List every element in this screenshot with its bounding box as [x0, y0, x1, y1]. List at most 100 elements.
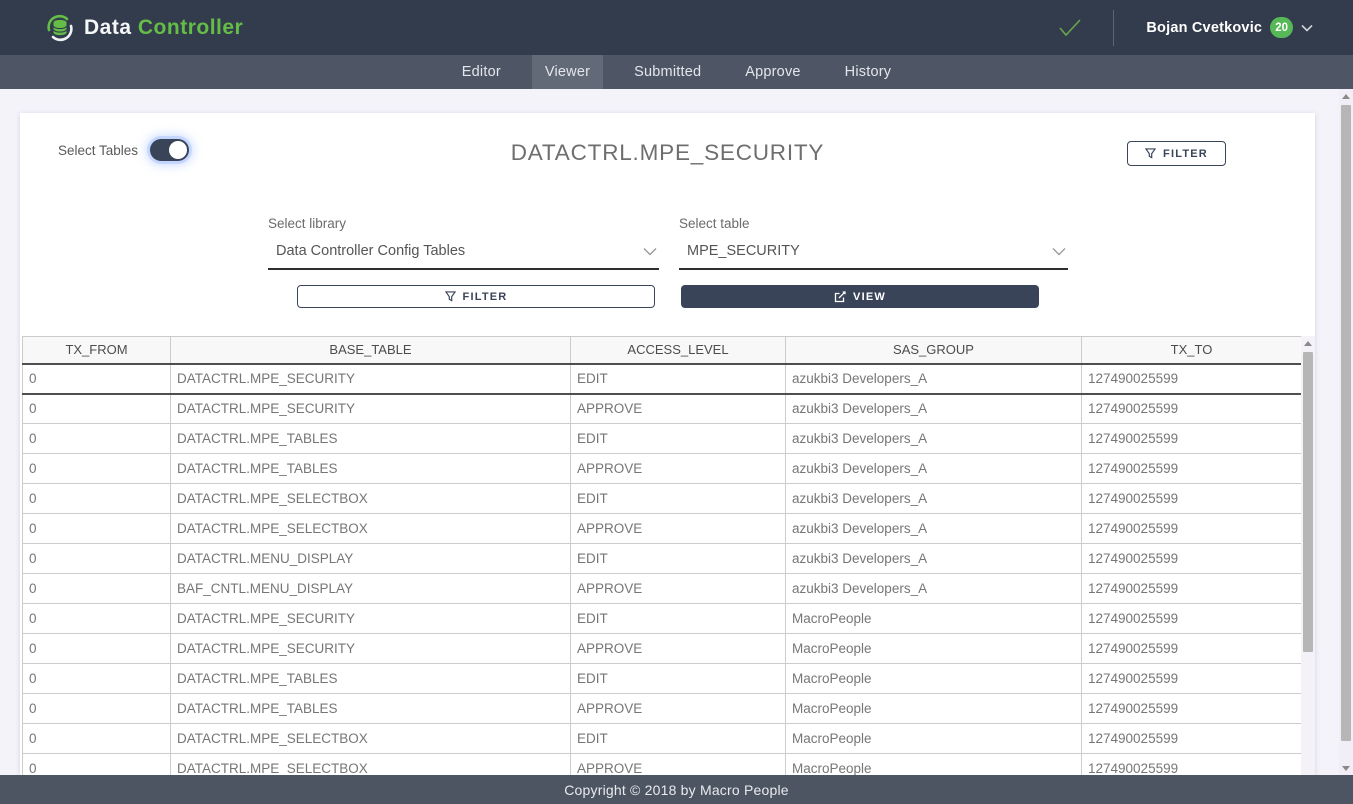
grid-cell[interactable]: MacroPeople: [786, 754, 1082, 776]
grid-cell[interactable]: EDIT: [571, 544, 786, 574]
grid-cell[interactable]: EDIT: [571, 484, 786, 514]
grid-cell[interactable]: EDIT: [571, 664, 786, 694]
table-row: 0DATACTRL.MPE_TABLESAPPROVEMacroPeople12…: [23, 694, 1302, 724]
grid-cell[interactable]: APPROVE: [571, 634, 786, 664]
grid-cell[interactable]: APPROVE: [571, 754, 786, 776]
grid-cell[interactable]: MacroPeople: [786, 724, 1082, 754]
grid-cell[interactable]: 127490025599: [1082, 364, 1302, 394]
grid-cell[interactable]: APPROVE: [571, 514, 786, 544]
grid-cell[interactable]: MacroPeople: [786, 604, 1082, 634]
grid-cell[interactable]: 127490025599: [1082, 454, 1302, 484]
grid-cell[interactable]: 127490025599: [1082, 634, 1302, 664]
grid-cell[interactable]: EDIT: [571, 724, 786, 754]
tab-submitted[interactable]: Submitted: [621, 55, 714, 89]
grid-cell[interactable]: 0: [23, 514, 171, 544]
grid-cell[interactable]: EDIT: [571, 424, 786, 454]
grid-cell[interactable]: DATACTRL.MPE_SECURITY: [171, 394, 571, 424]
grid-cell[interactable]: 0: [23, 664, 171, 694]
grid-cell[interactable]: DATACTRL.MPE_SECURITY: [171, 364, 571, 394]
grid-cell[interactable]: 0: [23, 484, 171, 514]
grid-cell[interactable]: 127490025599: [1082, 484, 1302, 514]
col-header-sas-group[interactable]: SAS_GROUP: [786, 337, 1082, 364]
grid-cell[interactable]: azukbi3 Developers_A: [786, 454, 1082, 484]
grid-cell[interactable]: 127490025599: [1082, 664, 1302, 694]
grid-cell[interactable]: APPROVE: [571, 694, 786, 724]
grid-cell[interactable]: DATACTRL.MPE_TABLES: [171, 424, 571, 454]
grid-cell[interactable]: DATACTRL.MPE_TABLES: [171, 664, 571, 694]
grid-cell[interactable]: 0: [23, 604, 171, 634]
page-scrollbar[interactable]: [1339, 89, 1353, 775]
grid-cell[interactable]: DATACTRL.MPE_TABLES: [171, 454, 571, 484]
grid-cell[interactable]: DATACTRL.MPE_SELECTBOX: [171, 754, 571, 776]
grid-cell[interactable]: 127490025599: [1082, 754, 1302, 776]
tab-viewer[interactable]: Viewer: [532, 55, 603, 89]
col-header-base-table[interactable]: BASE_TABLE: [171, 337, 571, 364]
grid-cell[interactable]: 0: [23, 724, 171, 754]
library-select[interactable]: Data Controller Config Tables: [268, 240, 659, 270]
page-scrollbar-thumb[interactable]: [1341, 105, 1351, 741]
grid-cell[interactable]: 0: [23, 364, 171, 394]
grid-cell[interactable]: azukbi3 Developers_A: [786, 394, 1082, 424]
grid-cell[interactable]: APPROVE: [571, 394, 786, 424]
chevron-down-icon: [1301, 24, 1313, 32]
grid-cell[interactable]: EDIT: [571, 364, 786, 394]
grid-cell[interactable]: 127490025599: [1082, 544, 1302, 574]
grid-cell[interactable]: 0: [23, 424, 171, 454]
grid-cell[interactable]: 127490025599: [1082, 604, 1302, 634]
grid-cell[interactable]: 0: [23, 544, 171, 574]
col-header-access-level[interactable]: ACCESS_LEVEL: [571, 337, 786, 364]
page-title: DATACTRL.MPE_SECURITY: [20, 140, 1315, 166]
grid-cell[interactable]: 127490025599: [1082, 394, 1302, 424]
grid-cell[interactable]: 0: [23, 454, 171, 484]
grid-cell[interactable]: 127490025599: [1082, 694, 1302, 724]
grid-cell[interactable]: 127490025599: [1082, 424, 1302, 454]
grid-cell[interactable]: azukbi3 Developers_A: [786, 484, 1082, 514]
view-button[interactable]: VIEW: [681, 285, 1039, 308]
grid-scrollbar[interactable]: [1301, 336, 1315, 775]
grid-cell[interactable]: DATACTRL.MPE_SELECTBOX: [171, 724, 571, 754]
scroll-up-icon[interactable]: [1301, 336, 1315, 350]
table-select[interactable]: MPE_SECURITY: [679, 240, 1068, 270]
app-logo[interactable]: Data Controller: [45, 13, 243, 43]
grid-cell[interactable]: 0: [23, 574, 171, 604]
tab-editor[interactable]: Editor: [449, 55, 514, 89]
grid-cell[interactable]: 127490025599: [1082, 724, 1302, 754]
grid-cell[interactable]: DATACTRL.MPE_SELECTBOX: [171, 514, 571, 544]
grid-cell[interactable]: DATACTRL.MPE_SECURITY: [171, 634, 571, 664]
funnel-icon: [1145, 148, 1156, 159]
grid-scrollbar-thumb[interactable]: [1303, 352, 1313, 652]
grid-cell[interactable]: azukbi3 Developers_A: [786, 544, 1082, 574]
grid-cell[interactable]: azukbi3 Developers_A: [786, 514, 1082, 544]
grid-cell[interactable]: EDIT: [571, 604, 786, 634]
filter-button-top[interactable]: FILTER: [1127, 141, 1226, 166]
grid-cell[interactable]: 127490025599: [1082, 574, 1302, 604]
grid-cell[interactable]: 0: [23, 694, 171, 724]
grid-cell[interactable]: DATACTRL.MENU_DISPLAY: [171, 544, 571, 574]
tab-approve[interactable]: Approve: [732, 55, 813, 89]
scroll-down-icon[interactable]: [1339, 761, 1353, 775]
grid-cell[interactable]: 0: [23, 634, 171, 664]
filter-button[interactable]: FILTER: [297, 285, 655, 308]
grid-cell[interactable]: MacroPeople: [786, 634, 1082, 664]
grid-cell[interactable]: 0: [23, 754, 171, 776]
grid-cell[interactable]: azukbi3 Developers_A: [786, 424, 1082, 454]
user-menu[interactable]: Bojan Cvetkovic 20: [1146, 17, 1313, 38]
grid-cell[interactable]: azukbi3 Developers_A: [786, 574, 1082, 604]
grid-cell[interactable]: APPROVE: [571, 454, 786, 484]
tab-history[interactable]: History: [832, 55, 905, 89]
grid-cell[interactable]: 0: [23, 394, 171, 424]
grid-cell[interactable]: azukbi3 Developers_A: [786, 364, 1082, 394]
grid-cell[interactable]: DATACTRL.MPE_SECURITY: [171, 604, 571, 634]
chevron-down-icon: [643, 247, 657, 256]
grid-cell[interactable]: DATACTRL.MPE_TABLES: [171, 694, 571, 724]
grid-cell[interactable]: MacroPeople: [786, 664, 1082, 694]
col-header-tx-from[interactable]: TX_FROM: [23, 337, 171, 364]
grid-cell[interactable]: APPROVE: [571, 574, 786, 604]
grid-cell[interactable]: MacroPeople: [786, 694, 1082, 724]
grid-cell[interactable]: 127490025599: [1082, 514, 1302, 544]
select-table-label: Select table: [679, 216, 1068, 231]
col-header-tx-to[interactable]: TX_TO: [1082, 337, 1302, 364]
grid-cell[interactable]: BAF_CNTL.MENU_DISPLAY: [171, 574, 571, 604]
grid-cell[interactable]: DATACTRL.MPE_SELECTBOX: [171, 484, 571, 514]
scroll-up-icon[interactable]: [1339, 89, 1353, 103]
